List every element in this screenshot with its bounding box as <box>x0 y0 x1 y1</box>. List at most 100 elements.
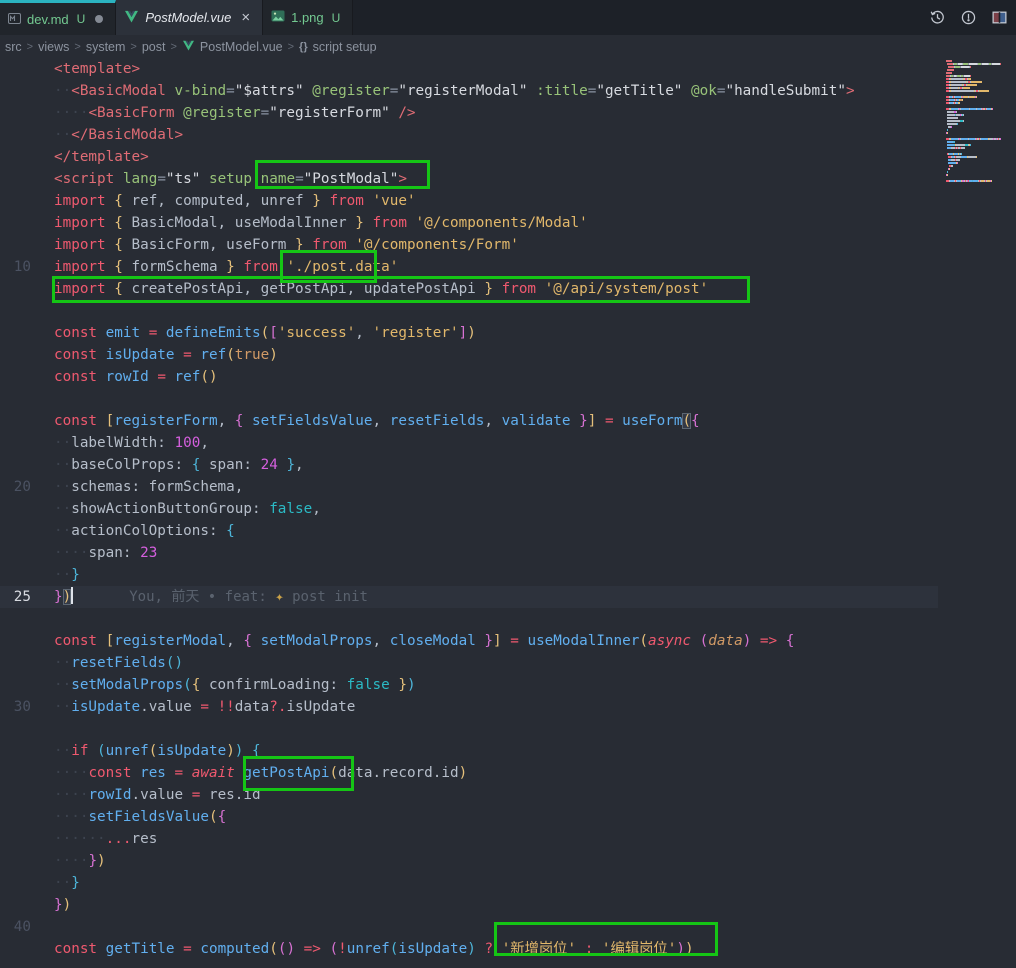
code-line[interactable] <box>54 388 855 410</box>
code-line[interactable]: import { createPostApi, getPostApi, upda… <box>54 278 855 300</box>
code-line[interactable]: ··</BasicModal> <box>54 124 855 146</box>
chevron-right-icon: > <box>170 41 176 53</box>
code-line[interactable]: ··} <box>54 872 855 894</box>
line-number <box>0 344 40 366</box>
code-line[interactable]: import { formSchema } from './post.data' <box>54 256 855 278</box>
code-line[interactable]: ····span: 23 <box>54 542 855 564</box>
breadcrumb-item-src[interactable]: src <box>5 40 22 54</box>
code-line[interactable]: const emit = defineEmits(['success', 're… <box>54 322 855 344</box>
line-number <box>0 872 40 894</box>
code-line[interactable]: ····<BasicForm @register="registerForm" … <box>54 102 855 124</box>
line-number <box>0 564 40 586</box>
modified-dot-icon[interactable] <box>95 15 103 23</box>
close-icon[interactable]: × <box>241 10 250 25</box>
line-number <box>0 80 40 102</box>
code-line[interactable]: ··schemas: formSchema, <box>54 476 855 498</box>
code-line[interactable]: ······...res <box>54 828 855 850</box>
editor-actions <box>929 0 1016 35</box>
line-number <box>0 762 40 784</box>
code-line[interactable]: import { BasicForm, useForm } from '@/co… <box>54 234 855 256</box>
line-number <box>0 894 40 916</box>
line-number: 40 <box>0 916 40 938</box>
code-line[interactable]: const [registerForm, { setFieldsValue, r… <box>54 410 855 432</box>
code-line[interactable]: ··isUpdate.value = !!data?.isUpdate <box>54 696 855 718</box>
tab-postmodel-vue[interactable]: PostModel.vue × <box>116 0 263 35</box>
symbol-braces-icon: {} <box>299 41 308 53</box>
editor-tab-bar: dev.md U PostModel.vue × 1.png U <box>0 0 1016 35</box>
line-number <box>0 146 40 168</box>
code-line[interactable]: const getTitle = computed(() => (!unref(… <box>54 938 855 960</box>
line-number <box>0 652 40 674</box>
code-line[interactable]: ····const res = await getPostApi(data.re… <box>54 762 855 784</box>
minimap[interactable] <box>938 58 1016 968</box>
tab-1-png[interactable]: 1.png U <box>263 0 353 35</box>
line-number: 10 <box>0 256 40 278</box>
line-number <box>0 674 40 696</box>
code-line[interactable]: <template> <box>54 58 855 80</box>
breadcrumb-item-views[interactable]: views <box>38 40 69 54</box>
line-number-gutter: 10 20 25 30 40 <box>0 58 40 960</box>
code-line[interactable]: ····}) <box>54 850 855 872</box>
line-number <box>0 938 40 960</box>
line-number <box>0 58 40 80</box>
code-line[interactable]: const [registerModal, { setModalProps, c… <box>54 630 855 652</box>
line-number: 25 <box>0 586 40 608</box>
line-number <box>0 542 40 564</box>
code-line[interactable] <box>54 718 855 740</box>
line-number <box>0 454 40 476</box>
line-number <box>0 608 40 630</box>
code-line[interactable]: const rowId = ref() <box>54 366 855 388</box>
code-line[interactable]: ··} <box>54 564 855 586</box>
code-line[interactable]: import { BasicModal, useModalInner } fro… <box>54 212 855 234</box>
code-line[interactable]: <script lang="ts" setup name="PostModal"… <box>54 168 855 190</box>
breadcrumb-item-symbol[interactable]: script setup <box>313 40 377 54</box>
git-untracked-badge: U <box>332 11 341 25</box>
code-line[interactable]: }) <box>54 894 855 916</box>
tab-label: 1.png <box>291 10 324 25</box>
code-line[interactable]: ··showActionButtonGroup: false, <box>54 498 855 520</box>
code-line[interactable]: ··actionColOptions: { <box>54 520 855 542</box>
line-number <box>0 322 40 344</box>
breadcrumb-item-file[interactable]: PostModel.vue <box>200 40 283 54</box>
compare-icon[interactable] <box>960 9 977 26</box>
line-number <box>0 718 40 740</box>
line-number <box>0 300 40 322</box>
code-line[interactable]: import { ref, computed, unref } from 'vu… <box>54 190 855 212</box>
chevron-right-icon: > <box>74 41 80 53</box>
code-line[interactable]: const isUpdate = ref(true) <box>54 344 855 366</box>
line-number <box>0 498 40 520</box>
code-line[interactable] <box>54 916 855 938</box>
tab-label: dev.md <box>27 12 69 27</box>
chevron-right-icon: > <box>27 41 33 53</box>
split-editor-icon[interactable] <box>991 9 1008 26</box>
line-number <box>0 102 40 124</box>
code-line[interactable]: ··labelWidth: 100, <box>54 432 855 454</box>
code-line[interactable]: })You, 前天 • feat: ✦ post init <box>54 586 855 608</box>
code-editor[interactable]: 10 20 25 30 40 <template>··<BasicModal v-bin… <box>0 58 1016 968</box>
code-line[interactable] <box>54 608 855 630</box>
breadcrumb-item-post[interactable]: post <box>142 40 166 54</box>
line-number <box>0 432 40 454</box>
line-number <box>0 740 40 762</box>
line-number <box>0 828 40 850</box>
code-line[interactable]: ··setModalProps({ confirmLoading: false … <box>54 674 855 696</box>
text-cursor <box>71 587 73 604</box>
code-line[interactable]: ··<BasicModal v-bind="$attrs" @register=… <box>54 80 855 102</box>
history-icon[interactable] <box>929 9 946 26</box>
line-number <box>0 388 40 410</box>
code-line[interactable]: ··baseColProps: { span: 24 }, <box>54 454 855 476</box>
chevron-right-icon: > <box>130 41 136 53</box>
code-line[interactable]: </template> <box>54 146 855 168</box>
tab-dev-md[interactable]: dev.md U <box>0 0 116 35</box>
tab-label: PostModel.vue <box>145 10 231 25</box>
line-number <box>0 212 40 234</box>
code-line[interactable]: ··resetFields() <box>54 652 855 674</box>
code-line[interactable]: ··if (unref(isUpdate)) { <box>54 740 855 762</box>
breadcrumb-item-system[interactable]: system <box>86 40 126 54</box>
line-number: 20 <box>0 476 40 498</box>
code-line[interactable]: ····rowId.value = res.id <box>54 784 855 806</box>
code-line[interactable]: ····setFieldsValue({ <box>54 806 855 828</box>
code-content[interactable]: <template>··<BasicModal v-bind="$attrs" … <box>54 58 855 960</box>
line-number: 30 <box>0 696 40 718</box>
code-line[interactable] <box>54 300 855 322</box>
